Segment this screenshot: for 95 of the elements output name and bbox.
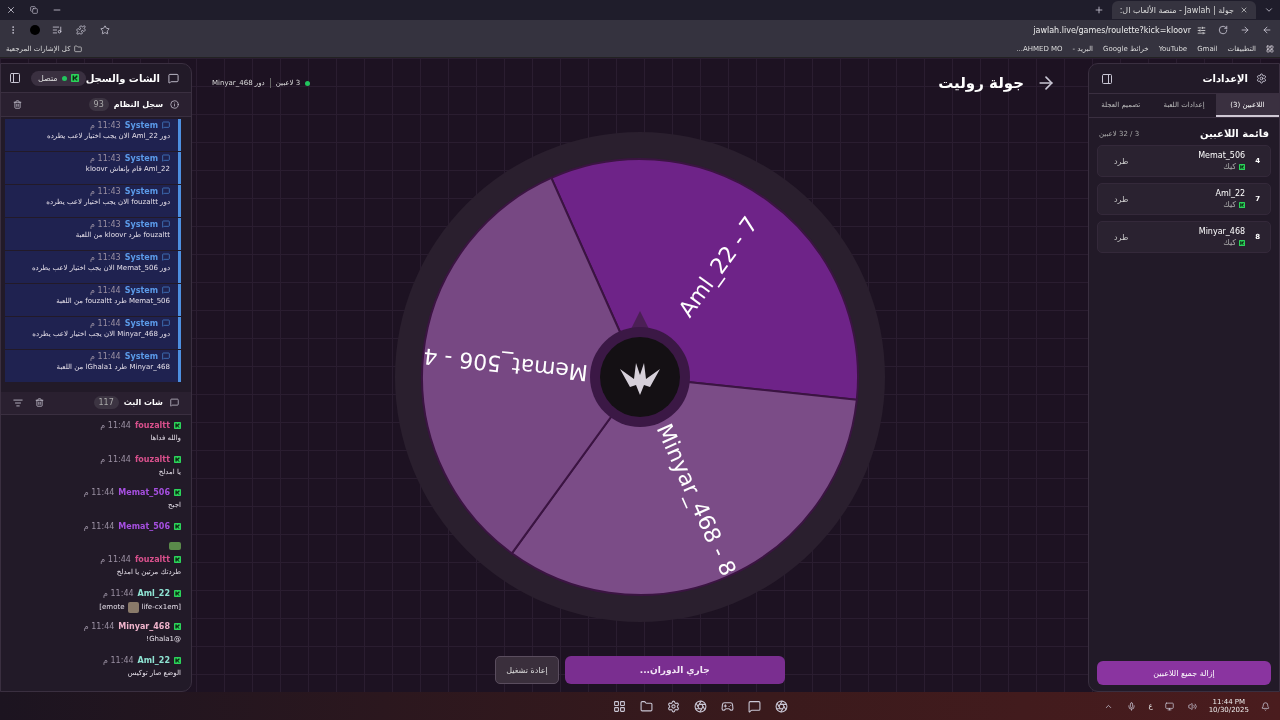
list-title: قائمة اللاعبين <box>1199 128 1269 139</box>
message-time: 11:44 م <box>90 318 121 328</box>
player-name: Minyar_468 <box>1198 227 1246 236</box>
author-name: Memat_506 <box>118 488 170 497</box>
online-dot <box>305 80 311 86</box>
bird-logo-icon <box>620 363 660 395</box>
logo-icon <box>174 455 181 463</box>
page-title: جولة روليت <box>938 74 1024 92</box>
panel-title: الإعدادات <box>1202 73 1248 84</box>
logo-icon <box>1239 239 1246 246</box>
logo-icon <box>70 74 79 83</box>
spin-button[interactable]: جاري الدوران... <box>564 656 785 684</box>
trash-icon[interactable] <box>11 97 24 111</box>
message-time: 11:44 م <box>100 421 131 430</box>
message-time: 11:43 م <box>90 219 121 229</box>
logo-icon <box>174 656 181 664</box>
folder-icon <box>73 44 82 53</box>
info-icon <box>168 97 181 111</box>
section-title: سجل النظام <box>113 99 163 109</box>
author-name: System <box>124 186 158 196</box>
logo-icon <box>174 589 181 597</box>
author-name: System <box>124 318 158 328</box>
author-name: Aml_22 <box>137 588 170 598</box>
author-name: System <box>124 120 158 130</box>
close-tab-icon[interactable] <box>1240 6 1248 14</box>
author-name: Minyar_468 <box>118 622 170 631</box>
count-badge: 117 <box>93 396 119 410</box>
reload-icon[interactable] <box>1216 23 1230 37</box>
message-time: 11:44 م <box>90 285 121 295</box>
message-time: 11:43 م <box>90 252 121 262</box>
author-name: Aml_22 <box>137 655 170 665</box>
message-icon <box>162 187 170 196</box>
logo-icon <box>1239 163 1246 170</box>
logo-icon <box>1239 201 1246 208</box>
logo-icon <box>174 556 181 563</box>
connection-status: متصل <box>30 70 86 86</box>
emote-image <box>169 541 181 550</box>
message-time: 11:44 م <box>103 588 134 598</box>
platform-label: كيك <box>1223 200 1237 209</box>
message-icon <box>162 319 170 328</box>
chat-icon <box>168 396 181 410</box>
count-badge: 93 <box>88 97 109 111</box>
message-time: 11:44 م <box>90 351 121 361</box>
message-time: 11:43 م <box>90 153 121 163</box>
restart-button[interactable]: إعادة تشغيل <box>495 656 559 684</box>
message-icon <box>162 352 170 361</box>
message-time: 11:43 م <box>90 186 121 196</box>
author-name: Memat_506 <box>118 521 170 531</box>
extensions-icon[interactable] <box>74 23 88 37</box>
kick-button[interactable]: طرد <box>1108 231 1135 243</box>
author-name: fouzaltt <box>134 421 170 430</box>
message-time: 11:44 م <box>83 622 115 631</box>
author-name: System <box>124 351 158 361</box>
logo-icon <box>174 623 181 630</box>
message-icon <box>162 220 170 229</box>
apps-grid-icon[interactable] <box>1266 44 1274 53</box>
message-time: 11:44 م <box>83 488 115 497</box>
message-time: 11:43 م <box>90 120 121 130</box>
monitor-icon[interactable] <box>1162 699 1176 713</box>
section-title: شات البث <box>123 398 163 408</box>
remove-all-button[interactable]: إزالة جميع اللاعبين <box>1097 661 1271 685</box>
message-icon <box>162 253 170 262</box>
player-name: Memat_506 <box>1198 151 1246 160</box>
bookmark-star-icon[interactable] <box>98 23 112 37</box>
message-icon <box>162 286 170 295</box>
player-name: Aml_22 <box>1215 189 1246 198</box>
author-name: fouzaltt <box>134 555 170 564</box>
message-time: 11:44 م <box>100 454 131 464</box>
platform-label: كيك <box>1223 162 1237 171</box>
author-name: System <box>124 252 158 262</box>
message-time: 11:44 م <box>83 521 115 531</box>
notification-icon[interactable] <box>1259 699 1272 713</box>
browser-tab[interactable]: جولة | Jawlah - منصة الألعاب ال: <box>1111 1 1256 19</box>
logo-icon <box>174 522 181 530</box>
logo-icon <box>174 422 181 429</box>
trash-icon[interactable] <box>33 396 46 410</box>
panel-title: الشات والسجل <box>85 72 160 84</box>
message-time: 11:44 م <box>103 655 134 665</box>
author-name: System <box>124 153 158 163</box>
logo-icon <box>174 489 181 496</box>
restore-icon[interactable] <box>28 4 40 16</box>
author-name: System <box>124 285 158 295</box>
kick-button[interactable]: طرد <box>1108 193 1135 205</box>
message-time: 11:44 م <box>100 555 131 564</box>
author-name: System <box>124 219 158 229</box>
message-icon <box>162 154 170 163</box>
media-icon[interactable] <box>50 23 64 37</box>
platform-label: كيك <box>1223 238 1237 247</box>
settings-icon <box>1254 71 1269 86</box>
site-settings-icon[interactable] <box>1197 25 1206 35</box>
message-icon <box>162 121 170 130</box>
author-name: fouzaltt <box>134 454 170 464</box>
segment-label: Memat_506 - 4 <box>422 343 589 386</box>
emote-image <box>127 601 139 613</box>
kick-button[interactable]: طرد <box>1108 155 1135 167</box>
